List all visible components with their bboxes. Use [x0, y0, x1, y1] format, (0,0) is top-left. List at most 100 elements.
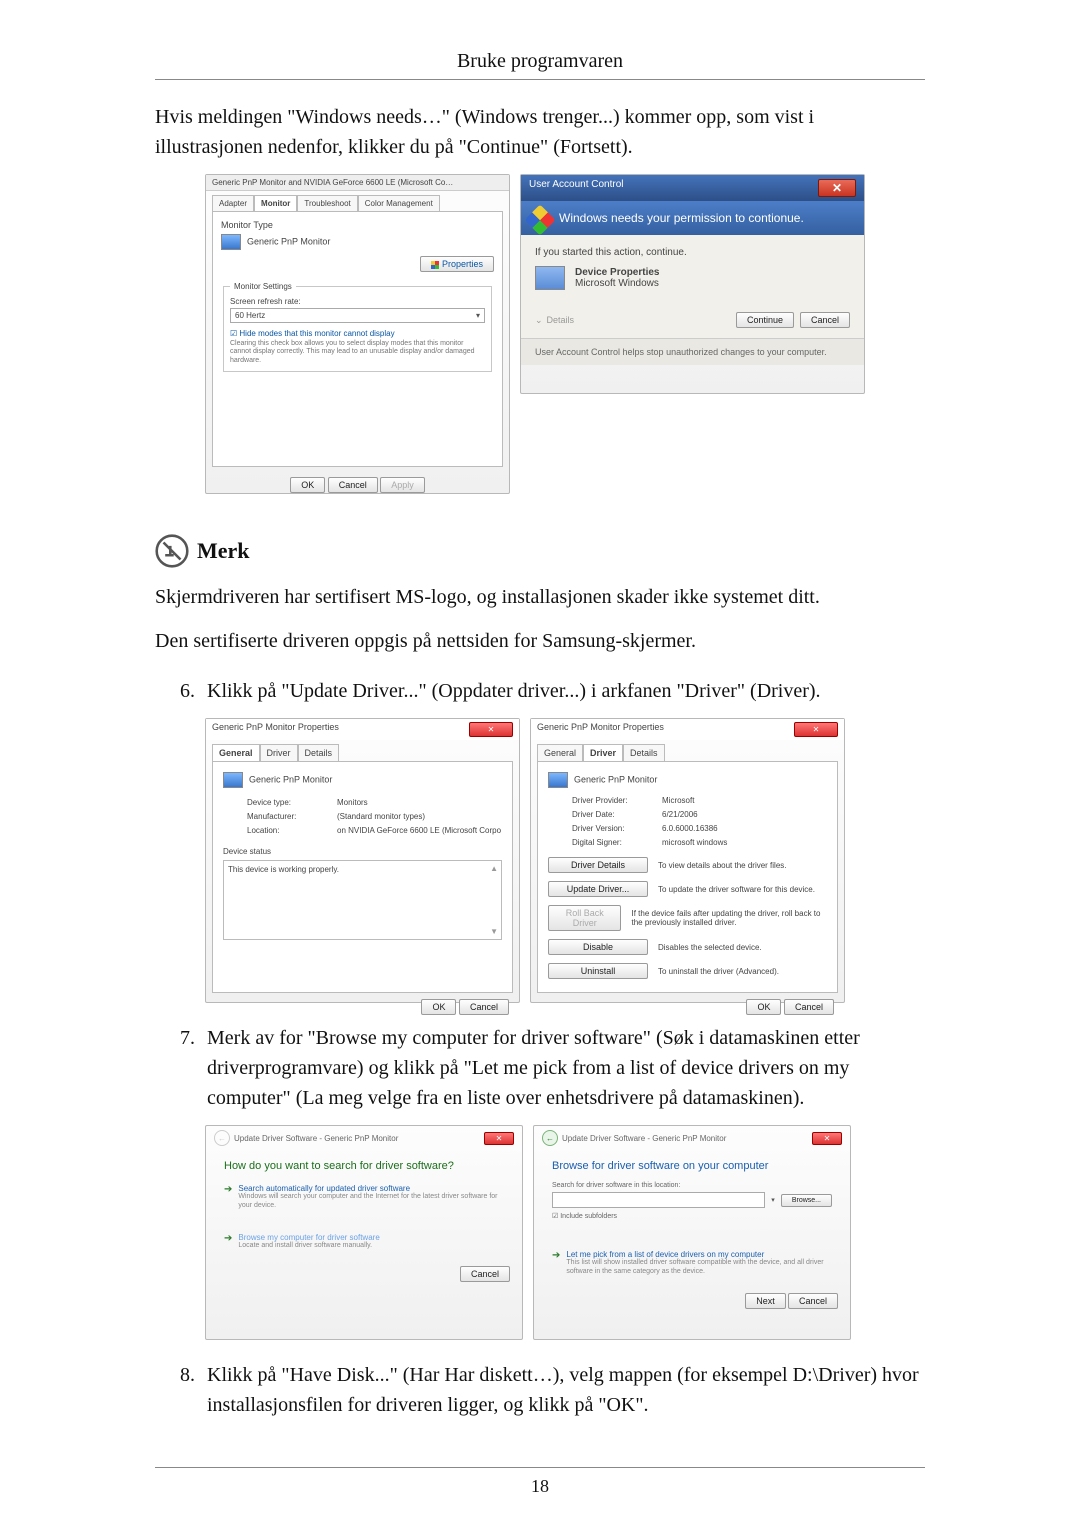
title-text: Update Driver Software - Generic PnP Mon…: [234, 1134, 398, 1143]
rule: [155, 1467, 925, 1468]
location-input[interactable]: [552, 1192, 765, 1208]
titlebar: Generic PnP Monitor Properties✕: [531, 719, 844, 740]
note-paragraph-2: Den sertifiserte driveren oppgis på nett…: [155, 626, 925, 656]
k-provider: Driver Provider:: [572, 796, 662, 805]
refresh-label: Screen refresh rate:: [230, 297, 485, 306]
tab-monitor[interactable]: Monitor: [254, 195, 297, 211]
tab-driver[interactable]: Driver: [260, 744, 298, 761]
disable-button[interactable]: Disable: [548, 939, 648, 955]
cancel-button[interactable]: Cancel: [800, 312, 850, 328]
uninstall-button[interactable]: Uninstall: [548, 963, 648, 979]
roll-back-desc: If the device fails after updating the d…: [631, 909, 827, 927]
checkbox-label: Hide modes that this monitor cannot disp…: [239, 329, 394, 338]
step-6: 6. Klikk på "Update Driver..." (Oppdater…: [155, 676, 925, 706]
panel: Monitor Type Generic PnP Monitor Propert…: [212, 211, 503, 467]
note-heading: Merk: [155, 534, 925, 568]
program-name: Device Properties: [575, 267, 660, 278]
uac-message-band: Windows needs your permission to contion…: [521, 201, 864, 235]
back-icon[interactable]: ←: [542, 1130, 558, 1146]
tabs: General Driver Details: [206, 744, 519, 761]
uac-footer-text: User Account Control helps stop unauthor…: [521, 338, 864, 365]
monitor-icon: [548, 772, 568, 788]
tab-details[interactable]: Details: [298, 744, 340, 761]
v-date: 6/21/2006: [662, 810, 698, 819]
option-sub: Windows will search your computer and th…: [238, 1193, 504, 1211]
details-expander[interactable]: ⌄Details: [535, 315, 574, 326]
v-signer: microsoft windows: [662, 838, 727, 847]
apply-button[interactable]: Apply: [380, 477, 425, 493]
disable-desc: Disables the selected device.: [658, 943, 762, 952]
v-version: 6.0.6000.16386: [662, 824, 718, 833]
arrow-icon: ➔: [224, 1233, 232, 1251]
screenshot-row-3: ← Update Driver Software - Generic PnP Mo…: [205, 1125, 925, 1340]
tab-adapter[interactable]: Adapter: [212, 195, 254, 211]
tab-general[interactable]: General: [212, 744, 260, 761]
monitor-name: Generic PnP Monitor: [247, 236, 330, 246]
properties-button[interactable]: Properties: [420, 256, 494, 272]
uac-dialog-screenshot: User Account Control✕ Windows needs your…: [520, 174, 865, 394]
settings-legend: Monitor Settings: [230, 282, 296, 291]
step-7: 7. Merk av for "Browse my computer for d…: [155, 1023, 925, 1113]
v-loc: on NVIDIA GeForce 6600 LE (Microsoft Cor…: [337, 826, 501, 835]
option-browse[interactable]: ➔Browse my computer for driver softwareL…: [224, 1233, 504, 1251]
step-text: Merk av for "Browse my computer for driv…: [207, 1023, 925, 1113]
roll-back-button[interactable]: Roll Back Driver: [548, 905, 621, 931]
close-icon[interactable]: ✕: [794, 722, 838, 737]
monitor-dialog-screenshot: Generic PnP Monitor and NVIDIA GeForce 6…: [205, 174, 510, 494]
option-sub: Locate and install driver software manua…: [238, 1242, 379, 1251]
monitor-name-row: Generic PnP Monitor: [221, 234, 494, 250]
cancel-button[interactable]: Cancel: [784, 999, 834, 1015]
ok-button[interactable]: OK: [746, 999, 781, 1015]
refresh-select[interactable]: 60 Hertz: [230, 308, 485, 323]
next-button[interactable]: Next: [745, 1293, 786, 1309]
back-icon[interactable]: ←: [214, 1130, 230, 1146]
close-icon[interactable]: ✕: [469, 722, 513, 737]
properties-label: Properties: [442, 259, 483, 269]
cancel-button[interactable]: Cancel: [788, 1293, 838, 1309]
tab-driver[interactable]: Driver: [583, 744, 623, 761]
status-label: Device status: [223, 847, 502, 856]
close-icon[interactable]: ✕: [484, 1132, 514, 1145]
continue-button[interactable]: Continue: [736, 312, 794, 328]
update-driver-desc: To update the driver software for this d…: [658, 885, 815, 894]
include-subfolders-checkbox[interactable]: ☑ Include subfolders: [552, 1212, 832, 1220]
tab-details[interactable]: Details: [623, 744, 665, 761]
device-row: Generic PnP Monitor: [223, 772, 502, 788]
ok-button[interactable]: OK: [290, 477, 325, 493]
device-row: Generic PnP Monitor: [548, 772, 827, 788]
details-label: Details: [547, 315, 575, 325]
wizard-body: Browse for driver software on your compu…: [534, 1150, 850, 1287]
tab-general[interactable]: General: [537, 744, 583, 761]
panel: Generic PnP Monitor Driver Provider:Micr…: [537, 761, 838, 993]
update-driver-button[interactable]: Update Driver...: [548, 881, 648, 897]
scroll-indicator: ▲: [490, 864, 498, 873]
note-paragraph-1: Skjermdriveren har sertifisert MS-logo, …: [155, 582, 925, 612]
page-header: Bruke programvaren: [155, 50, 925, 73]
hide-modes-checkbox[interactable]: ☑ Hide modes that this monitor cannot di…: [230, 329, 485, 338]
title-text: Update Driver Software - Generic PnP Mon…: [562, 1134, 726, 1143]
titlebar: Generic PnP Monitor Properties ✕: [206, 719, 519, 740]
close-icon[interactable]: ✕: [818, 179, 856, 197]
option-let-me-pick[interactable]: ➔Let me pick from a list of device drive…: [552, 1250, 832, 1277]
cancel-button[interactable]: Cancel: [459, 999, 509, 1015]
option-auto-search[interactable]: ➔Search automatically for updated driver…: [224, 1184, 504, 1211]
properties-driver-screenshot: Generic PnP Monitor Properties✕ General …: [530, 718, 845, 1003]
close-icon[interactable]: ✕: [812, 1132, 842, 1145]
ok-button[interactable]: OK: [421, 999, 456, 1015]
tab-color-management[interactable]: Color Management: [358, 195, 440, 211]
v-provider: Microsoft: [662, 796, 694, 805]
step-number: 7.: [155, 1023, 207, 1113]
panel: Generic PnP Monitor Device type:Monitors…: [212, 761, 513, 993]
cancel-button[interactable]: Cancel: [460, 1266, 510, 1282]
title-text: Generic PnP Monitor Properties: [212, 722, 339, 737]
tab-troubleshoot[interactable]: Troubleshoot: [297, 195, 357, 211]
monitor-icon: [221, 234, 241, 250]
monitor-settings-fieldset: Monitor Settings Screen refresh rate: 60…: [223, 282, 492, 372]
cancel-button[interactable]: Cancel: [328, 477, 378, 493]
v-mfr: (Standard monitor types): [337, 812, 425, 821]
chevron-down-icon[interactable]: ▾: [771, 1196, 775, 1204]
titlebar: Generic PnP Monitor and NVIDIA GeForce 6…: [206, 175, 509, 191]
browse-button[interactable]: Browse...: [781, 1194, 832, 1207]
status-box: This device is working properly.▲▼: [223, 860, 502, 940]
driver-details-button[interactable]: Driver Details: [548, 857, 648, 873]
